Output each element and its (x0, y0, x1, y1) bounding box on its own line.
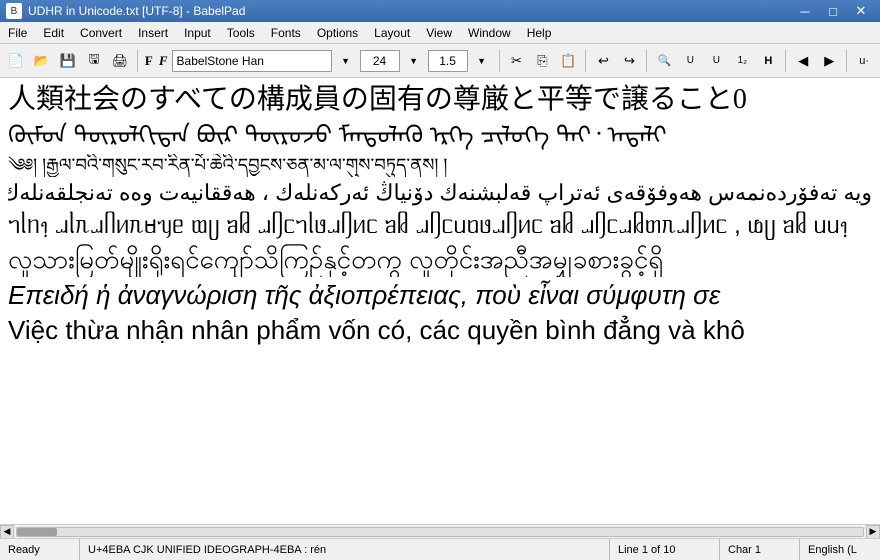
menu-window[interactable]: Window (460, 22, 519, 44)
save-as-button[interactable]: 🖫 (82, 48, 106, 74)
text-line-5: ᥐᥣᥒ᥄ ᥘᥣᥰᥘᥥᥢᥰᥛᥡᥱ ᥗᥩ ᥑᥤ ᥘᥦᥴᥐᥣᥳᥘᥦᥢᥴ ᥑᥤ ᥘᥦᥴᥙ… (8, 210, 872, 241)
num-button[interactable]: 1₂ (730, 48, 754, 74)
find-button[interactable]: 🔍 (652, 48, 676, 74)
paste-button[interactable]: 📋 (556, 48, 580, 74)
status-char-info: Char 1 (720, 539, 800, 560)
open-button[interactable]: 📂 (30, 48, 54, 74)
special-u-button[interactable]: u· (852, 48, 876, 74)
line-height-dropdown-button[interactable]: ▼ (470, 48, 494, 74)
maximize-button[interactable]: □ (820, 2, 846, 20)
close-button[interactable]: ✕ (848, 2, 874, 20)
status-ready: Ready (0, 539, 80, 560)
save-button[interactable]: 💾 (56, 48, 80, 74)
scroll-right-button[interactable]: ▶ (866, 525, 880, 539)
menu-help[interactable]: Help (519, 22, 560, 44)
app-icon: B (6, 3, 22, 19)
separator-6 (846, 50, 847, 72)
menu-input[interactable]: Input (176, 22, 219, 44)
text-line-4: ﻭﯾﻪ ﺗﻪﻓﯚﺭﺩﻩﻧﻤﻪﺱ ﻫﻪﻭﻓﯚﻗﻪﯼ ﺋﻪﺗﺮﺍﭖ ﻗﻪﻟﺒﺸﻨﻪﻙ… (8, 179, 872, 208)
title-bar: B UDHR in Unicode.txt [UTF-8] - BabelPad… (0, 0, 880, 22)
menu-view[interactable]: View (418, 22, 460, 44)
font-size-input[interactable] (360, 50, 400, 72)
text-line-1: 人類社会のすべての構成員の固有の尊厳と平等で譲ること0 (8, 82, 872, 118)
scroll-left-button[interactable]: ◀ (0, 525, 14, 539)
window-controls: ─ □ ✕ (792, 2, 874, 20)
toolbar: 📄 📂 💾 🖫 🖨 F F ▼ ▼ ▼ ✂ ⎘ 📋 ↩ ↪ 🔍 U U 1₂ H… (0, 44, 880, 78)
minimize-button[interactable]: ─ (792, 2, 818, 20)
menu-edit[interactable]: Edit (35, 22, 72, 44)
status-bar: Ready U+4EBA CJK UNIFIED IDEOGRAPH-4EBA … (0, 538, 880, 560)
font-size-dropdown-button[interactable]: ▼ (402, 48, 426, 74)
menu-tools[interactable]: Tools (219, 22, 263, 44)
h-scroll-thumb[interactable] (17, 528, 57, 536)
menu-options[interactable]: Options (309, 22, 366, 44)
h-button[interactable]: H (756, 48, 780, 74)
bold-label: F (143, 53, 155, 69)
separator-5 (785, 50, 786, 72)
separator-4 (646, 50, 647, 72)
menu-layout[interactable]: Layout (366, 22, 418, 44)
text-line-8: Việc thừa nhận nhân phẩm vốn có, các quy… (8, 314, 872, 348)
menu-file[interactable]: File (0, 22, 35, 44)
text-line-7: Επειδή ἡ ἀναγνώριση τῆς ἀξιοπρέπειας, πο… (8, 279, 872, 313)
status-line-info: Line 1 of 10 (610, 539, 720, 560)
h-scroll-track[interactable] (16, 527, 864, 537)
separator-1 (137, 50, 138, 72)
unicode-button[interactable]: U (678, 48, 702, 74)
back-button[interactable]: ◀ (791, 48, 815, 74)
line-height-input[interactable] (428, 50, 468, 72)
text-area-wrapper: 人類社会のすべての構成員の固有の尊厳と平等で譲ること0 ᠬᠦᠮᠦᠨ ᠲᠥᠷᠥᠯᠬ… (0, 78, 880, 524)
new-button[interactable]: 📄 (4, 48, 28, 74)
copy-button[interactable]: ⎘ (530, 48, 554, 74)
menu-convert[interactable]: Convert (72, 22, 130, 44)
status-unicode: U+4EBA CJK UNIFIED IDEOGRAPH-4EBA : rén (80, 539, 610, 560)
menu-fonts[interactable]: Fonts (263, 22, 309, 44)
forward-button[interactable]: ▶ (817, 48, 841, 74)
font-name-input[interactable] (172, 50, 332, 72)
redo-button[interactable]: ↪ (617, 48, 641, 74)
separator-3 (585, 50, 586, 72)
text-line-3: ༄༅། །རྒྱལ་བའི་གསུང་རབ་རིན་པོ་ཆེའི་དབྱངས་… (8, 154, 872, 177)
text-line-2: ᠬᠦᠮᠦᠨ ᠲᠥᠷᠥᠯᠬᠢᠲᠡᠨ ᠪᠦᠷ ᠲᠥᠷᠥᠵᠦ ᠮᠡᠨᠳᠦᠯᠡᠬᠦ ᠡᠷ… (8, 120, 872, 151)
font-dropdown-button[interactable]: ▼ (334, 48, 358, 74)
text-content[interactable]: 人類社会のすべての構成員の固有の尊厳と平等で譲ること0 ᠬᠦᠮᠦᠨ ᠲᠥᠷᠥᠯᠬ… (0, 78, 880, 524)
status-lang-info: English (L (800, 539, 880, 560)
undo-button[interactable]: ↩ (591, 48, 615, 74)
print-button[interactable]: 🖨 (108, 48, 132, 74)
italic-label: F (157, 53, 170, 69)
cut-button[interactable]: ✂ (504, 48, 528, 74)
h-scrollbar[interactable]: ◀ ▶ (0, 524, 880, 538)
separator-2 (499, 50, 500, 72)
unicode2-button[interactable]: U (704, 48, 728, 74)
window-title: UDHR in Unicode.txt [UTF-8] - BabelPad (28, 4, 245, 18)
title-bar-left: B UDHR in Unicode.txt [UTF-8] - BabelPad (6, 3, 245, 19)
menu-insert[interactable]: Insert (130, 22, 176, 44)
text-line-6: လူသားမြတ်မျိုးရိုးရင်ကျော်သိကြဉ်နှင့်တကွ… (8, 243, 872, 277)
menu-bar: File Edit Convert Insert Input Tools Fon… (0, 22, 880, 44)
